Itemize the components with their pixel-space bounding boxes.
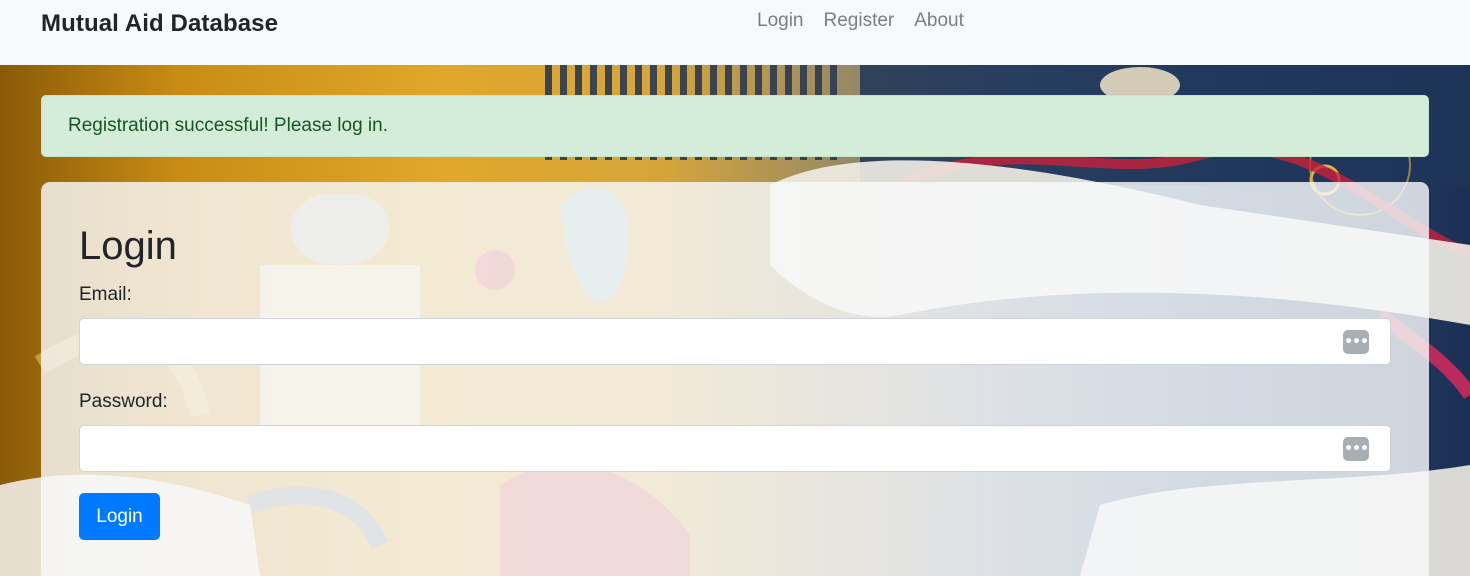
email-field-wrapper: •••: [79, 318, 1391, 365]
login-submit-button[interactable]: Login: [79, 493, 160, 540]
nav-link-login[interactable]: Login: [747, 9, 814, 33]
nav-link-register[interactable]: Register: [814, 9, 905, 33]
nav-links: Login Register About: [747, 9, 974, 33]
login-card: Login Email: ••• Password: ••• Login: [41, 182, 1429, 576]
alert-message: Registration successful! Please log in.: [68, 115, 388, 136]
ellipsis-key-icon[interactable]: •••: [1343, 330, 1369, 354]
brand-title[interactable]: Mutual Aid Database: [41, 10, 278, 38]
nav-link-about[interactable]: About: [904, 9, 974, 33]
email-field[interactable]: [80, 319, 1390, 364]
password-label: Password:: [79, 391, 168, 412]
password-field[interactable]: [80, 426, 1390, 471]
login-heading: Login: [79, 224, 177, 268]
top-navbar: Mutual Aid Database Login Register About: [0, 0, 1470, 65]
success-alert: Registration successful! Please log in.: [41, 95, 1429, 157]
ellipsis-key-icon[interactable]: •••: [1343, 437, 1369, 461]
password-field-wrapper: •••: [79, 425, 1391, 472]
email-label: Email:: [79, 284, 132, 305]
